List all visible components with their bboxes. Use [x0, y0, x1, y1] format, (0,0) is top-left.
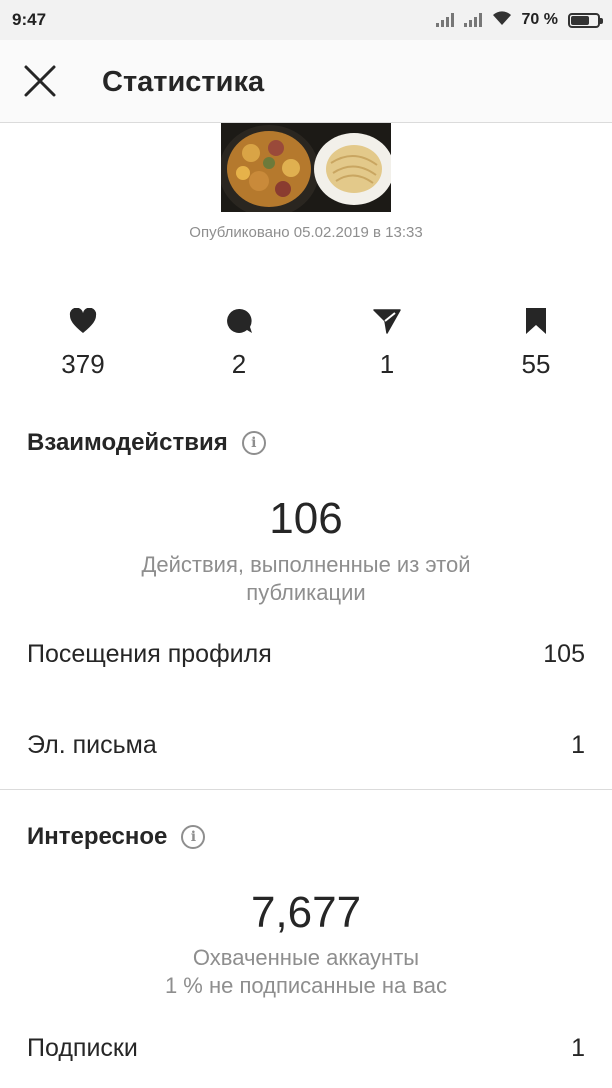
send-icon	[373, 309, 401, 334]
shares-count: 1	[379, 349, 395, 379]
status-icons: 70 %	[435, 10, 603, 31]
published-date: Опубликовано 05.02.2019 в 13:33	[189, 224, 423, 241]
info-icon[interactable]: i	[181, 825, 206, 849]
table-row: Подписки 1	[27, 1034, 585, 1063]
status-time: 9:47	[12, 10, 47, 29]
heart-icon	[69, 308, 97, 333]
wifi-icon	[492, 10, 512, 31]
discovery-title: Интересное	[27, 823, 168, 850]
row-label: Подписки	[27, 1034, 138, 1062]
interactions-section-title: Взаимодействия i	[27, 429, 266, 457]
table-row: Эл. письма 1	[27, 731, 585, 760]
comments-metric: 2	[179, 305, 299, 380]
page-title: Статистика	[102, 66, 265, 98]
app-header: Статистика	[0, 40, 612, 123]
status-bar: 9:47 70 %	[0, 0, 612, 40]
info-icon[interactable]: i	[241, 431, 266, 455]
table-row: Посещения профиля 105	[27, 640, 585, 669]
bookmark-icon	[526, 308, 546, 334]
saves-count: 55	[521, 349, 551, 379]
likes-count: 379	[61, 349, 105, 379]
signal-icon	[463, 13, 482, 27]
battery-icon	[568, 12, 603, 28]
saves-metric: 55	[476, 305, 596, 380]
signal-icon	[435, 13, 454, 27]
post-thumbnail	[221, 123, 391, 212]
discovery-section-title: Интересное i	[27, 823, 206, 851]
row-label: Посещения профиля	[27, 640, 272, 668]
discovery-total: 7,677	[250, 888, 362, 937]
row-value: 1	[571, 1034, 585, 1062]
reach-description: Охваченные аккаунты	[192, 945, 420, 970]
comment-icon	[227, 308, 252, 333]
interactions-total: 106	[269, 494, 343, 543]
interactions-description: Действия, выполненные из этой публикации	[141, 552, 471, 605]
non-followers-description: 1 % не подписанные на вас	[164, 973, 448, 998]
close-button[interactable]	[16, 57, 64, 105]
row-label: Эл. письма	[27, 731, 157, 759]
likes-metric: 379	[23, 305, 143, 380]
section-divider	[0, 789, 612, 790]
row-value: 1	[571, 731, 585, 759]
battery-percent: 70 %	[521, 11, 558, 28]
comments-count: 2	[231, 349, 247, 379]
row-value: 105	[543, 640, 585, 668]
shares-metric: 1	[327, 305, 447, 380]
close-icon	[24, 65, 56, 97]
interactions-title: Взаимодействия	[27, 429, 228, 456]
